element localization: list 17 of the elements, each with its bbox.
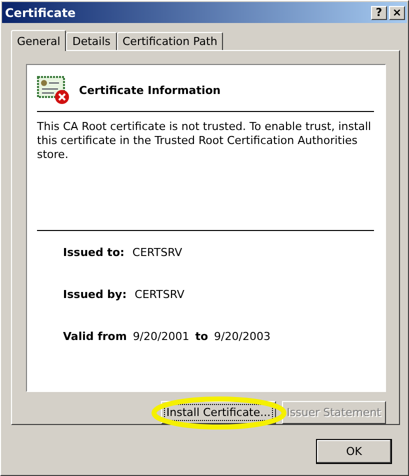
field-label: Issued by: — [63, 288, 127, 300]
field-value: CERTSRV — [132, 246, 182, 258]
tab[interactable]: Certification Path — [116, 32, 224, 50]
field-label: Valid from — [63, 330, 127, 342]
field-value: CERTSRV — [134, 288, 184, 300]
window-title: Certificate — [5, 6, 76, 20]
help-button[interactable]: ? — [371, 6, 387, 20]
field-label: Issued to: — [63, 246, 124, 258]
close-button[interactable]: × — [389, 6, 405, 20]
field-label: to — [195, 330, 208, 342]
field-value: 9/20/2001 — [132, 330, 190, 342]
tab[interactable]: Details — [66, 32, 116, 50]
ok-button[interactable]: OK — [316, 439, 392, 464]
section-heading: Certificate Information — [79, 84, 221, 96]
field-value: 9/20/2003 — [214, 330, 270, 342]
tab[interactable]: General — [11, 30, 66, 51]
trust-message: This CA Root certificate is not trusted. To enable trust, install this certificate in the Trusted Root Certification Authorities store. — [37, 120, 374, 231]
